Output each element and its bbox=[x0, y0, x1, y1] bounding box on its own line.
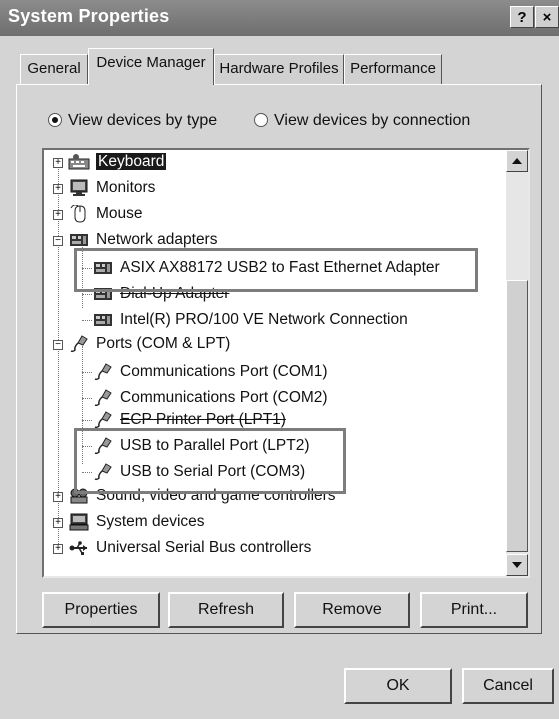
expand-sound[interactable]: + bbox=[53, 492, 63, 502]
tree-item-label: Ports (COM & LPT) bbox=[96, 335, 231, 352]
print-button[interactable]: Print... bbox=[420, 592, 528, 628]
radio-unchecked-icon bbox=[254, 113, 268, 127]
tree-item-label: Mouse bbox=[96, 205, 143, 222]
close-button[interactable]: × bbox=[535, 6, 559, 28]
ok-button[interactable]: OK bbox=[344, 668, 452, 704]
port-connector-icon bbox=[94, 437, 112, 455]
refresh-button[interactable]: Refresh bbox=[168, 592, 284, 628]
tree-item-monitors[interactable]: Monitors bbox=[68, 176, 155, 200]
computer-icon bbox=[69, 513, 89, 531]
keyboard-icon bbox=[68, 154, 90, 170]
tree-item-label: Network adapters bbox=[96, 231, 218, 248]
radio-checked-icon bbox=[48, 113, 62, 127]
expand-mouse[interactable]: + bbox=[53, 210, 63, 220]
tree-item-label: Intel(R) PRO/100 VE Network Connection bbox=[120, 311, 408, 328]
tree-item-usb-serial[interactable]: USB to Serial Port (COM3) bbox=[92, 460, 305, 484]
tab-performance[interactable]: Performance bbox=[344, 54, 442, 84]
tree-item-ports[interactable]: Ports (COM & LPT) bbox=[68, 332, 230, 356]
radio-view-by-connection[interactable]: View devices by connection bbox=[254, 112, 470, 130]
properties-button[interactable]: Properties bbox=[42, 592, 160, 628]
network-adapter-icon bbox=[94, 288, 112, 300]
network-adapter-icon bbox=[94, 314, 112, 326]
tree-item-label: Communications Port (COM1) bbox=[120, 363, 328, 380]
tree-item-label: Universal Serial Bus controllers bbox=[96, 539, 312, 556]
port-connector-icon bbox=[70, 335, 88, 353]
tree-item-label: System devices bbox=[96, 513, 205, 530]
tab-device-manager[interactable]: Device Manager bbox=[88, 48, 214, 85]
tree-item-usb-parallel[interactable]: USB to Parallel Port (LPT2) bbox=[92, 434, 310, 458]
tree-connector bbox=[82, 446, 92, 447]
port-connector-icon bbox=[94, 411, 112, 429]
tab-hardware-profiles[interactable]: Hardware Profiles bbox=[214, 54, 344, 84]
port-connector-icon bbox=[94, 463, 112, 481]
tree-item-label: Monitors bbox=[96, 179, 156, 196]
expand-usb-controllers[interactable]: + bbox=[53, 544, 63, 554]
tree-connector bbox=[82, 320, 92, 321]
tree-item-keyboard[interactable]: Keyboard bbox=[68, 150, 167, 174]
collapse-network-adapters[interactable]: − bbox=[53, 236, 63, 246]
tree-item-usb-controllers[interactable]: Universal Serial Bus controllers bbox=[68, 536, 311, 560]
expand-keyboard[interactable]: + bbox=[53, 158, 63, 168]
device-tree-content: + Keyboard + Monitors + Mouse − Network … bbox=[44, 150, 506, 576]
network-adapter-icon bbox=[70, 234, 88, 246]
monitor-icon bbox=[70, 179, 88, 196]
tree-connector bbox=[82, 420, 92, 421]
tree-item-asix-adapter[interactable]: ASIX AX88172 USB2 to Fast Ethernet Adapt… bbox=[92, 256, 440, 280]
window-title: System Properties bbox=[8, 6, 170, 26]
usb-icon bbox=[69, 541, 87, 555]
mouse-icon bbox=[70, 205, 86, 223]
scroll-down-button[interactable] bbox=[506, 554, 528, 576]
radio-view-by-type-label: View devices by type bbox=[68, 112, 218, 129]
tree-connector bbox=[82, 268, 92, 269]
network-adapter-icon bbox=[94, 262, 112, 274]
tree-item-label: Dial-Up Adapter bbox=[120, 285, 230, 302]
radio-view-by-connection-label: View devices by connection bbox=[274, 112, 471, 129]
radio-view-by-type[interactable]: View devices by type bbox=[48, 112, 217, 130]
expand-system-devices[interactable]: + bbox=[53, 518, 63, 528]
tree-item-intel-adapter[interactable]: Intel(R) PRO/100 VE Network Connection bbox=[92, 308, 408, 332]
cancel-button[interactable]: Cancel bbox=[462, 668, 554, 704]
tree-item-network-adapters[interactable]: Network adapters bbox=[68, 228, 217, 252]
sound-device-icon bbox=[70, 488, 88, 504]
scroll-up-button[interactable] bbox=[506, 150, 528, 172]
arrow-down-icon bbox=[512, 562, 522, 568]
tree-connector bbox=[82, 294, 92, 295]
tree-item-dialup-adapter[interactable]: Dial-Up Adapter bbox=[92, 282, 229, 306]
device-tree[interactable]: + Keyboard + Monitors + Mouse − Network … bbox=[42, 148, 530, 578]
scroll-thumb[interactable] bbox=[506, 280, 528, 552]
expand-monitors[interactable]: + bbox=[53, 184, 63, 194]
help-button[interactable]: ? bbox=[510, 6, 534, 28]
tree-item-label: Keyboard bbox=[96, 153, 167, 170]
tree-connector bbox=[82, 398, 92, 399]
tree-item-com1[interactable]: Communications Port (COM1) bbox=[92, 360, 328, 384]
title-bar: System Properties ? × bbox=[0, 0, 559, 36]
remove-button[interactable]: Remove bbox=[294, 592, 410, 628]
tab-general[interactable]: General bbox=[20, 54, 88, 84]
tree-item-system-devices[interactable]: System devices bbox=[68, 510, 205, 534]
tree-connector bbox=[82, 472, 92, 473]
tree-item-label: Communications Port (COM2) bbox=[120, 389, 328, 406]
tree-item-lpt1[interactable]: ECP Printer Port (LPT1) bbox=[92, 408, 286, 432]
port-connector-icon bbox=[94, 363, 112, 381]
tree-item-label: USB to Parallel Port (LPT2) bbox=[120, 437, 310, 454]
tree-item-label: ASIX AX88172 USB2 to Fast Ethernet Adapt… bbox=[120, 259, 440, 276]
tree-item-sound[interactable]: Sound, video and game controllers bbox=[68, 484, 336, 508]
tree-item-mouse[interactable]: Mouse bbox=[68, 202, 143, 226]
tree-scrollbar[interactable] bbox=[506, 150, 528, 576]
tree-item-label: ECP Printer Port (LPT1) bbox=[120, 411, 286, 428]
port-connector-icon bbox=[94, 389, 112, 407]
collapse-ports[interactable]: − bbox=[53, 340, 63, 350]
tree-item-label: USB to Serial Port (COM3) bbox=[120, 463, 306, 480]
arrow-up-icon bbox=[512, 158, 522, 164]
tree-item-com2[interactable]: Communications Port (COM2) bbox=[92, 386, 328, 410]
tree-item-label: Sound, video and game controllers bbox=[96, 487, 336, 504]
tree-connector bbox=[82, 372, 92, 373]
